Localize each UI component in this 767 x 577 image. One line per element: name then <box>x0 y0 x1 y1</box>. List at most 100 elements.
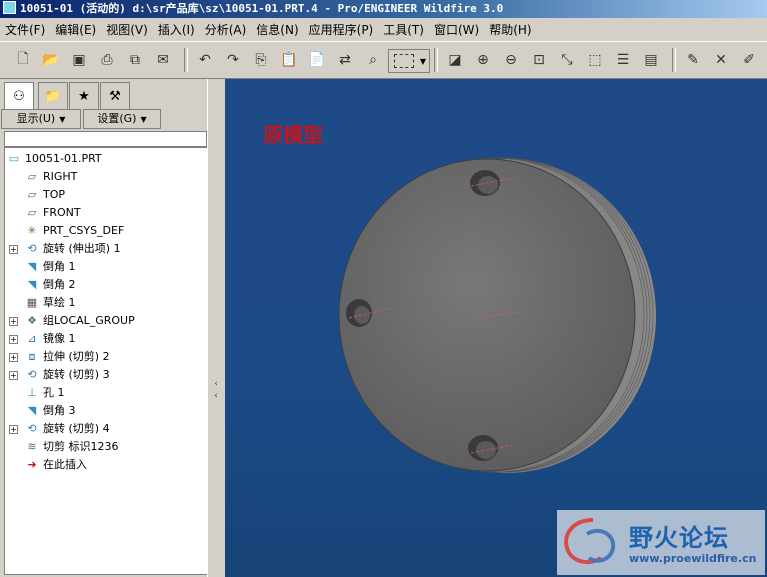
open-icon[interactable]: 📂 <box>40 49 62 71</box>
folder-browser-tab[interactable]: 📁 <box>38 82 68 109</box>
group-icon: ❖ <box>27 314 37 327</box>
menu-applications[interactable]: 应用程序(P) <box>304 19 379 41</box>
orient-icon[interactable]: ⤡ <box>556 49 578 71</box>
sketch-icon: ▦ <box>26 296 38 309</box>
expand-toggle-icon[interactable]: + <box>9 371 18 380</box>
datum-plane-icon: ▱ <box>27 188 37 201</box>
forum-watermark: 野火论坛 www.proewildfire.cn <box>557 510 765 575</box>
settings-dropdown[interactable]: 设置(G) ▼ <box>83 109 161 129</box>
expand-toggle-icon[interactable]: + <box>9 425 18 434</box>
tree-item-label: FRONT <box>43 206 81 219</box>
tree-item-label: 倒角 1 <box>43 260 76 273</box>
tree-item-label: 镜像 1 <box>43 332 76 345</box>
menu-window[interactable]: 窗口(W) <box>429 19 484 41</box>
tree-item-label: 切剪 标识1236 <box>43 440 119 453</box>
window-title: 10051-01 (活动的) d:\sr产品库\sz\10051-01.PRT.… <box>20 2 504 15</box>
favorites-tab[interactable]: ★ <box>69 82 99 109</box>
menu-edit[interactable]: 编辑(E) <box>50 19 101 41</box>
expand-toggle-icon[interactable]: + <box>9 335 18 344</box>
menu-info[interactable]: 信息(N) <box>251 19 303 41</box>
tree-filter-field[interactable] <box>4 131 207 147</box>
edit-definition-icon[interactable]: ✎ <box>682 49 704 71</box>
zoom-in-icon[interactable]: ⊕ <box>472 49 494 71</box>
copy-icon[interactable]: ⎘ <box>250 49 272 71</box>
select-box-icon[interactable]: ▼ <box>388 49 430 73</box>
paste-icon[interactable]: 📋 <box>278 49 300 71</box>
tree-item-label: 旋转 (切剪) 3 <box>43 368 110 381</box>
menu-tools[interactable]: 工具(T) <box>378 19 429 41</box>
email-icon[interactable]: ✉ <box>152 49 174 71</box>
tree-item-label: 草绘 1 <box>43 296 76 309</box>
hole-icon: ⊥ <box>27 386 37 399</box>
panel-splitter[interactable]: ‹ ‹ <box>207 79 227 577</box>
print-icon[interactable]: ⎙ <box>96 49 118 71</box>
menu-analysis[interactable]: 分析(A) <box>200 19 252 41</box>
close-icon[interactable]: ✕ <box>710 49 732 71</box>
collapse-left-icon[interactable]: ‹ <box>211 379 221 389</box>
graphics-window[interactable]: 原模型 野火论坛 www.proewildfire.cn <box>225 79 767 577</box>
tree-item-label: 在此插入 <box>43 458 87 471</box>
disk-face <box>338 158 636 472</box>
undo-icon[interactable]: ↶ <box>194 49 216 71</box>
datum-plane-icon: ▱ <box>27 206 37 219</box>
window-title-bar: 10051-01 (活动的) d:\sr产品库\sz\10051-01.PRT.… <box>0 0 767 18</box>
copy-window-icon[interactable]: ⧉ <box>124 49 146 71</box>
paste-special-icon[interactable]: 📄 <box>306 49 328 71</box>
mirror-icon: ⊿ <box>27 332 37 345</box>
tree-item-label: PRT_CSYS_DEF <box>43 224 125 237</box>
tree-item-label: 孔 1 <box>43 386 65 399</box>
forum-logo-icon <box>564 518 616 565</box>
insert-here-icon: ➜ <box>27 458 37 471</box>
chamfer-icon: ◥ <box>27 260 37 273</box>
tree-controls: 显示(U) ▼ 设置(G) ▼ <box>1 109 211 129</box>
expand-toggle-icon[interactable]: + <box>9 353 18 362</box>
zoom-out-icon[interactable]: ⊖ <box>500 49 522 71</box>
extrude-icon: ⧈ <box>28 350 36 363</box>
expand-toggle-icon[interactable]: + <box>9 245 18 254</box>
menu-view[interactable]: 视图(V) <box>101 19 153 41</box>
saved-views-icon[interactable]: ⬚ <box>584 49 606 71</box>
part-model-3d[interactable] <box>225 79 767 577</box>
menu-insert[interactable]: 插入(I) <box>153 19 200 41</box>
chamfer-icon: ◥ <box>27 278 37 291</box>
find-icon[interactable]: ⌕ <box>362 49 384 71</box>
tree-item-label: 旋转 (伸出项) 1 <box>43 242 121 255</box>
collapse-left-icon-2[interactable]: ‹ <box>211 391 221 401</box>
settings-label: 设置(G) <box>97 112 137 125</box>
layers-icon[interactable]: ☰ <box>612 49 634 71</box>
save-icon[interactable]: ▣ <box>68 49 90 71</box>
watermark-title: 野火论坛 <box>629 524 729 552</box>
view-manager-icon[interactable]: ▤ <box>640 49 662 71</box>
connections-tab[interactable]: ⚒ <box>100 82 130 109</box>
cut-icon: ≋ <box>27 440 37 453</box>
tree-item-label: 10051-01.PRT <box>25 152 102 165</box>
model-tree[interactable]: ▭ 10051-01.PRT ▱ RIGHT ▱ TOP ▱ FRONT ✳ PRT_CSYS_D… <box>4 147 208 575</box>
tree-item-label: 组LOCAL_GROUP <box>43 314 135 327</box>
menu-file[interactable]: 文件(F) <box>0 19 50 41</box>
model-tree-tab[interactable]: ⚇ <box>4 82 34 110</box>
new-icon[interactable]: 🗋 <box>12 49 34 71</box>
chamfer-icon: ◥ <box>27 404 37 417</box>
app-icon <box>3 1 16 14</box>
csys-icon: ✳ <box>27 224 37 237</box>
tree-item-label: RIGHT <box>43 170 78 183</box>
tree-item-label: 旋转 (切剪) 4 <box>43 422 110 435</box>
regenerate-icon[interactable]: ⇄ <box>334 49 356 71</box>
sketch-icon[interactable]: ✐ <box>738 49 760 71</box>
redo-icon[interactable]: ↷ <box>222 49 244 71</box>
part-icon: ▭ <box>8 152 20 165</box>
main-toolbar: 🗋 📂 ▣ ⎙ ⧉ ✉ ↶ ↷ ⎘ 📋 📄 ⇄ ⌕ ▼ ◪ ⊕ ⊖ ⊡ ⤡ ⬚ … <box>0 42 767 79</box>
tree-item-label: 倒角 2 <box>43 278 76 291</box>
refit-icon[interactable]: ⊡ <box>528 49 550 71</box>
tree-item-label: TOP <box>43 188 66 201</box>
show-label: 显示(U) <box>16 112 56 125</box>
show-dropdown[interactable]: 显示(U) ▼ <box>1 109 81 129</box>
tree-item-label: 拉伸 (切剪) 2 <box>43 350 110 363</box>
watermark-url: www.proewildfire.cn <box>629 552 757 565</box>
navigator-panel: ⚇ 📁 ★ ⚒ 显示(U) ▼ 设置(G) ▼ ▭ 10051-01.PRT ▱ RIGH… <box>0 79 215 577</box>
menu-bar: 文件(F) 编辑(E) 视图(V) 插入(I) 分析(A) 信息(N) 应用程序(P) 工具(… <box>0 19 767 42</box>
menu-help[interactable]: 帮助(H) <box>484 19 536 41</box>
expand-toggle-icon[interactable]: + <box>9 317 18 326</box>
repaint-icon[interactable]: ◪ <box>444 49 466 71</box>
tree-item-label: 倒角 3 <box>43 404 76 417</box>
